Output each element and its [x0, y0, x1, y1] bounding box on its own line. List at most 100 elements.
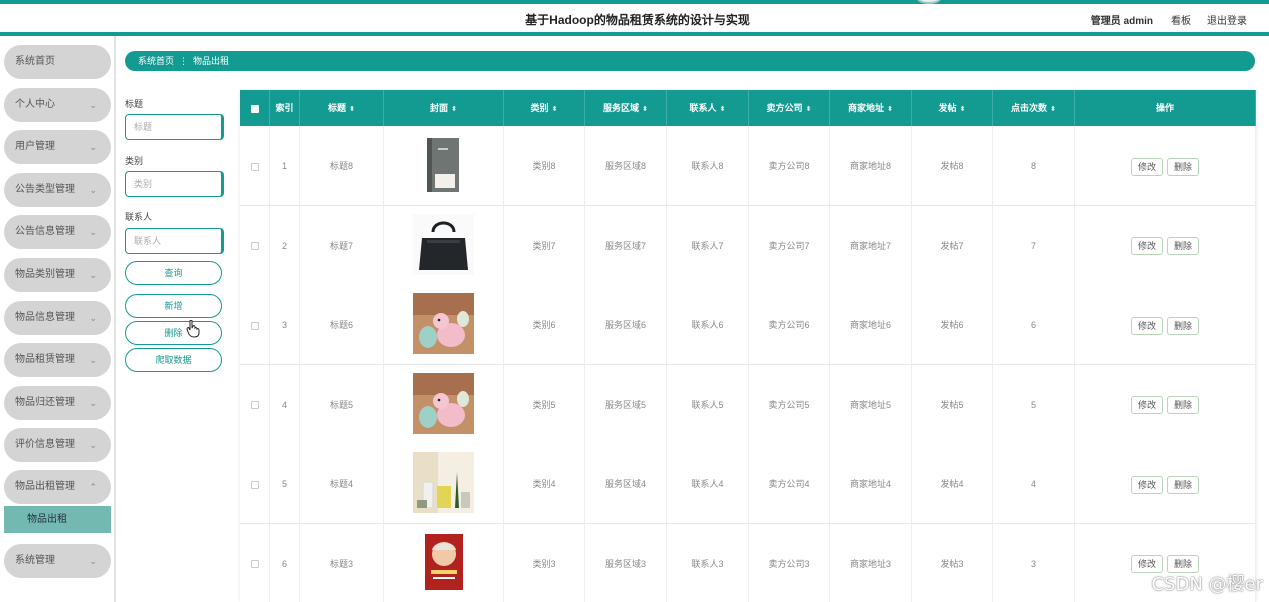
sidebar-item[interactable]: 系统管理 ⌄: [4, 544, 111, 578]
row-checkbox[interactable]: [250, 162, 259, 171]
sidebar-item-label: 公告信息管理: [15, 226, 75, 237]
contact-cell: 联系人6: [667, 285, 749, 365]
alpaca-toys-image: [413, 372, 474, 434]
row-checkbox-cell: [240, 364, 270, 445]
column-header-label: 商家地址: [848, 103, 885, 113]
edit-button[interactable]: 修改: [1130, 475, 1163, 494]
cosmetics-image: [413, 452, 474, 513]
column-header[interactable]: 发帖 ⬍: [912, 90, 993, 126]
category-cell: 类别3: [504, 523, 585, 602]
delete-row-button[interactable]: 删除: [1167, 237, 1200, 256]
breadcrumb-current: 物品出租: [193, 56, 230, 66]
chevron-icon: ⌄: [89, 398, 97, 408]
top-stripe: [0, 0, 1269, 4]
delete-row-button[interactable]: 删除: [1167, 475, 1200, 494]
table-row: 4 标题5 类别5 服务区域5 联系人5 卖方公司5 商家地址5 发帖5 5 修改 删除: [240, 364, 1256, 445]
sidebar-item-label: 系统管理: [15, 555, 55, 566]
breadcrumb-home[interactable]: 系统首页: [138, 56, 174, 66]
actions-cell: 修改 删除: [1075, 444, 1256, 524]
sort-icon[interactable]: ⬍: [1050, 106, 1056, 113]
clicks-cell: 5: [993, 364, 1075, 445]
contact-cell: 联系人3: [667, 523, 749, 602]
column-header-label: 索引: [275, 103, 294, 113]
column-header-label: 卖方公司: [766, 103, 803, 113]
index-cell: 2: [270, 205, 300, 286]
column-header[interactable]: 卖方公司 ⬍: [749, 90, 830, 126]
delete-row-button[interactable]: 删除: [1167, 396, 1200, 415]
sidebar-item[interactable]: 公告类型管理 ⌄: [4, 173, 111, 207]
sort-icon[interactable]: ⬍: [960, 106, 966, 113]
row-checkbox-cell: [240, 126, 270, 206]
sidebar-item[interactable]: 个人中心 ⌄: [4, 88, 111, 122]
edit-button[interactable]: 修改: [1130, 237, 1163, 256]
column-header[interactable]: 商家地址 ⬍: [830, 90, 912, 126]
add-button[interactable]: 新增: [125, 294, 222, 318]
company-cell: 卖方公司5: [749, 364, 830, 445]
post-cell: 发帖5: [912, 364, 993, 445]
sort-icon[interactable]: ⬍: [451, 106, 457, 113]
row-checkbox[interactable]: [250, 401, 259, 410]
column-header[interactable]: 服务区域 ⬍: [585, 90, 667, 126]
row-checkbox[interactable]: [250, 321, 259, 330]
chevron-icon: ⌄: [89, 313, 97, 323]
sort-icon[interactable]: ⬍: [806, 106, 812, 113]
sidebar-item[interactable]: 用户管理 ⌄: [4, 130, 111, 164]
sidebar-item[interactable]: 物品归还管理 ⌄: [4, 386, 111, 420]
sidebar-item[interactable]: 物品租赁管理 ⌄: [4, 343, 111, 377]
sidebar-item[interactable]: 公告信息管理 ⌄: [4, 215, 111, 249]
column-header: 索引: [270, 90, 300, 126]
area-cell: 服务区域6: [585, 285, 667, 365]
sort-icon[interactable]: ⬍: [642, 106, 648, 113]
dashboard-link[interactable]: 看板: [1171, 12, 1191, 27]
column-header-label: 类别: [530, 103, 549, 113]
sort-icon[interactable]: ⬍: [887, 106, 893, 113]
chevron-icon: ⌄: [89, 227, 97, 237]
table-row: 3 标题6 类别6 服务区域6 联系人6 卖方公司6 商家地址6 发帖6 6 修改 删除: [240, 285, 1256, 365]
contact-cell: 联系人4: [667, 444, 749, 524]
row-checkbox-cell: [240, 444, 270, 524]
actions-cell: 修改 删除: [1075, 285, 1256, 365]
chevron-icon: ⌄: [89, 440, 97, 450]
sidebar-item[interactable]: 评价信息管理 ⌄: [4, 428, 111, 462]
chevron-icon: ⌄: [89, 100, 97, 110]
query-button[interactable]: 查询: [125, 261, 222, 285]
sidebar-subitem-rental-out[interactable]: 物品出租: [4, 506, 111, 533]
sort-icon[interactable]: ⬍: [552, 106, 558, 113]
title-search-input[interactable]: 标题: [125, 114, 224, 140]
edit-button[interactable]: 修改: [1130, 316, 1163, 335]
sidebar-item[interactable]: 系统首页: [4, 45, 111, 79]
sidebar-item-label: 物品归还管理: [15, 397, 75, 408]
breadcrumb: 系统首页 ⋮ 物品出租: [125, 51, 1255, 71]
delete-row-button[interactable]: 删除: [1167, 157, 1200, 176]
title-cell: 标题4: [300, 444, 384, 524]
crawl-data-button[interactable]: 爬取数据: [125, 348, 222, 372]
table-row: 1 标题8 类别8 服务区域8 联系人8 卖方公司8 商家地址8 发帖8 8 修改 删除: [240, 126, 1256, 206]
category-search-input[interactable]: 类别: [125, 171, 224, 197]
select-all-checkbox[interactable]: [240, 90, 270, 126]
row-checkbox[interactable]: [250, 480, 259, 489]
column-header[interactable]: 封面 ⬍: [384, 90, 504, 126]
contact-cell: 联系人8: [667, 126, 749, 206]
index-cell: 5: [270, 444, 300, 524]
sidebar-item-label: 公告类型管理: [15, 184, 75, 195]
column-header[interactable]: 点击次数 ⬍: [993, 90, 1075, 126]
sort-icon[interactable]: ⬍: [720, 106, 726, 113]
delete-button[interactable]: 删除: [125, 321, 222, 345]
column-header[interactable]: 联系人 ⬍: [667, 90, 749, 126]
actions-cell: 修改 删除: [1075, 126, 1256, 206]
column-header[interactable]: 标题 ⬍: [300, 90, 384, 126]
contact-search-input[interactable]: 联系人: [125, 228, 224, 254]
sort-icon[interactable]: ⬍: [349, 106, 355, 113]
column-header[interactable]: 类别 ⬍: [504, 90, 585, 126]
delete-row-button[interactable]: 删除: [1167, 316, 1200, 335]
row-checkbox[interactable]: [250, 560, 259, 569]
logout-link[interactable]: 退出登录: [1207, 12, 1247, 27]
row-checkbox[interactable]: [250, 242, 259, 251]
edit-button[interactable]: 修改: [1130, 396, 1163, 415]
column-header: 操作: [1075, 90, 1256, 126]
sidebar-item[interactable]: 物品信息管理 ⌄: [4, 301, 111, 335]
sidebar-item[interactable]: 物品类别管理 ⌄: [4, 258, 111, 292]
edit-button[interactable]: 修改: [1130, 157, 1163, 176]
sidebar-item[interactable]: 物品出租管理 ⌃: [4, 470, 111, 504]
column-header-label: 封面: [430, 103, 449, 113]
